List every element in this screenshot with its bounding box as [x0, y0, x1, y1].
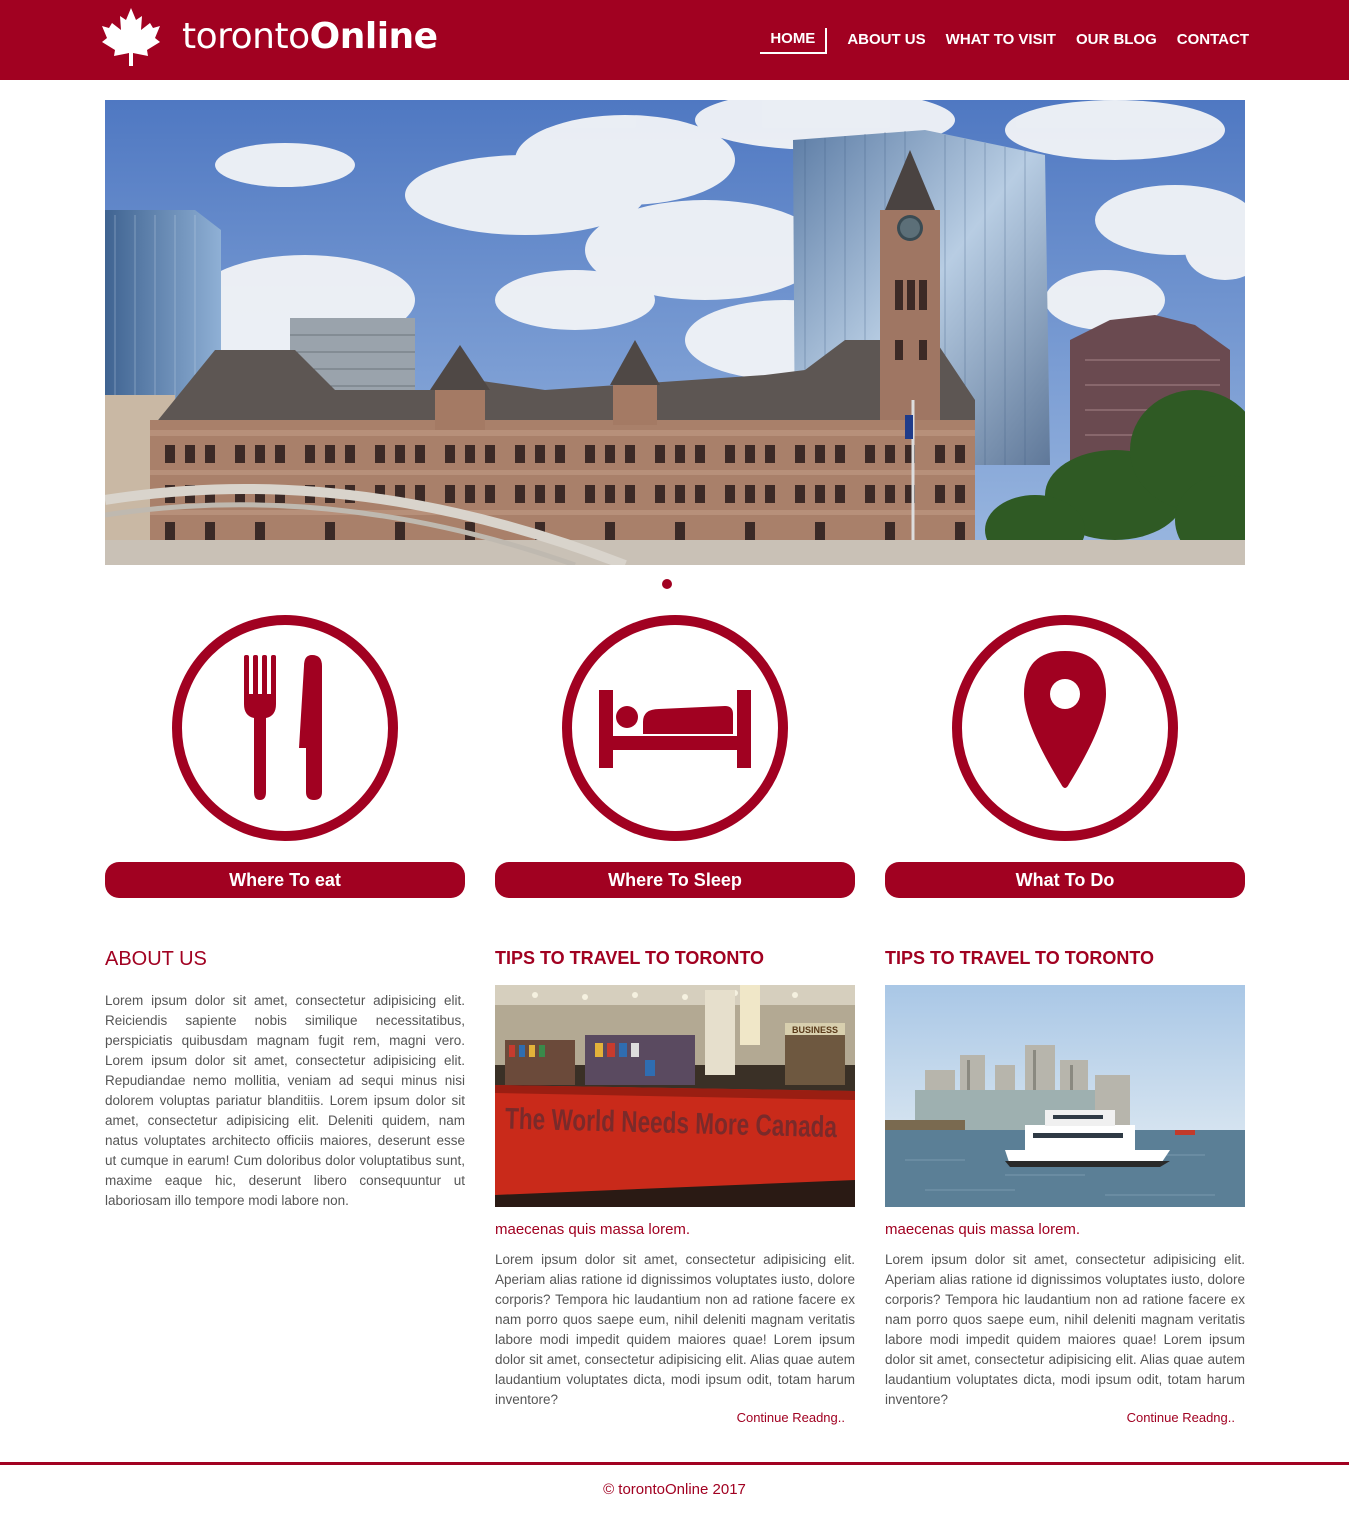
site-header: torontoOnline HOME ABOUT US WHAT TO VISI… — [0, 0, 1349, 80]
site-logo[interactable]: torontoOnline — [100, 4, 438, 70]
map-pin-icon — [952, 615, 1178, 841]
blog-post-1: TIPS TO TRAVEL TO TORONTO BUSINESS The W… — [495, 948, 855, 1425]
post-title[interactable]: TIPS TO TRAVEL TO TORONTO — [495, 948, 855, 969]
post-subtitle: maecenas quis massa lorem. — [495, 1221, 691, 1238]
post-title[interactable]: TIPS TO TRAVEL TO TORONTO — [885, 948, 1245, 969]
site-footer: © torontoOnline 2017 — [0, 1462, 1349, 1519]
blog-post-2: TIPS TO TRAVEL TO TORONTO maecenas quis … — [885, 948, 1245, 1425]
site-name: torontoOnline — [182, 16, 438, 57]
about-section: ABOUT US Lorem ipsum dolor sit amet, con… — [105, 948, 465, 1211]
continue-reading-link[interactable]: Continue Readng.. — [495, 1410, 845, 1425]
feature-sleep: Where To Sleep — [495, 614, 855, 898]
nav-our-blog[interactable]: OUR BLOG — [1076, 29, 1157, 53]
main-nav: HOME ABOUT US WHAT TO VISIT OUR BLOG CON… — [760, 28, 1249, 54]
where-to-eat-button[interactable]: Where To eat — [105, 862, 465, 898]
nav-about-us[interactable]: ABOUT US — [847, 29, 925, 53]
nav-what-to-visit[interactable]: WHAT TO VISIT — [946, 29, 1056, 53]
slider-dot[interactable] — [662, 579, 672, 589]
nav-home[interactable]: HOME — [760, 28, 828, 54]
post-subtitle: maecenas quis massa lorem. — [885, 1221, 1081, 1238]
post-text: Lorem ipsum dolor sit amet, consectetur … — [885, 1252, 1245, 1407]
fork-knife-icon — [172, 615, 398, 841]
post-image-bookstore[interactable]: BUSINESS The World Needs More Canada — [495, 985, 855, 1207]
about-title: ABOUT US — [105, 948, 207, 970]
post-text: Lorem ipsum dolor sit amet, consectetur … — [495, 1252, 855, 1407]
copyright-text: © torontoOnline 2017 — [603, 1481, 746, 1498]
what-to-do-button[interactable]: What To Do — [885, 862, 1245, 898]
sign-business: BUSINESS — [792, 1025, 838, 1035]
continue-reading-link[interactable]: Continue Readng.. — [885, 1410, 1235, 1425]
nav-contact[interactable]: CONTACT — [1177, 29, 1249, 53]
maple-leaf-icon — [102, 8, 160, 66]
where-to-sleep-button[interactable]: Where To Sleep — [495, 862, 855, 898]
feature-eat: Where To eat — [105, 614, 465, 898]
post-image-harbour[interactable] — [885, 985, 1245, 1207]
feature-do: What To Do — [885, 614, 1245, 898]
bed-icon — [562, 615, 788, 841]
hero-image — [105, 100, 1245, 565]
about-text: Lorem ipsum dolor sit amet, consectetur … — [105, 993, 465, 1208]
